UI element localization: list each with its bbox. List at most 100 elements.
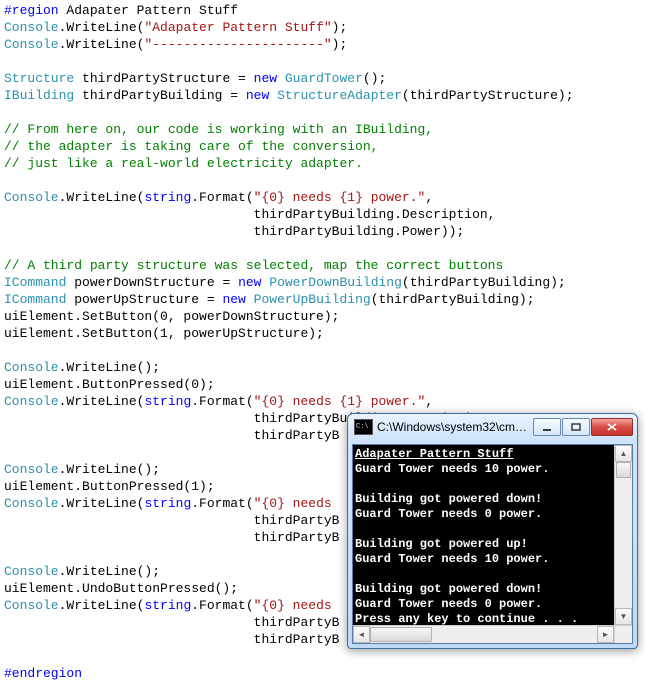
scroll-track[interactable] [370, 626, 597, 643]
code-token: Console [4, 20, 59, 35]
scroll-down-icon[interactable]: ▼ [615, 608, 632, 625]
code-token: (); [363, 71, 386, 86]
console-window[interactable]: C:\ C:\Windows\system32\cmd.... Adapater… [347, 413, 638, 649]
code-token: string [144, 496, 191, 511]
console-output[interactable]: Adapater Pattern Stuff Guard Tower needs… [353, 445, 614, 625]
code-token: thirdPartyB [4, 428, 339, 443]
titlebar[interactable]: C:\ C:\Windows\system32\cmd.... [348, 414, 637, 440]
code-token: new [254, 71, 277, 86]
code-token: Console [4, 37, 59, 52]
code-token: thirdPartyBuilding = [74, 88, 246, 103]
endregion-keyword: #endregion [4, 666, 82, 681]
code-token: ); [332, 20, 348, 35]
scroll-track[interactable] [615, 462, 632, 608]
code-token: thirdPartyB [4, 632, 339, 647]
code-token: "Adapater Pattern Stuff" [144, 20, 331, 35]
code-token [246, 292, 254, 307]
code-token: "{0} needs {1} power." [254, 394, 426, 409]
code-token: (thirdPartyStructure); [402, 88, 574, 103]
code-token: ICommand [4, 292, 66, 307]
close-button[interactable] [591, 418, 633, 436]
code-token: (thirdPartyBuilding); [371, 292, 535, 307]
console-line: Guard Tower needs 0 power. [355, 597, 542, 611]
code-token: ICommand [4, 275, 66, 290]
console-line: Building got powered up! [355, 537, 528, 551]
code-token: Console [4, 360, 59, 375]
code-token: thirdPartyB [4, 615, 339, 630]
code-token: .Format( [191, 598, 253, 613]
code-token: .Format( [191, 394, 253, 409]
code-token: .WriteLine( [59, 496, 145, 511]
code-comment: // just like a real-world electricity ad… [4, 156, 363, 171]
console-line: Guard Tower needs 0 power. [355, 507, 542, 521]
scroll-thumb[interactable] [616, 462, 631, 478]
code-token: (thirdPartyBuilding); [402, 275, 566, 290]
console-line: Guard Tower needs 10 power. [355, 462, 549, 476]
code-token: string [144, 394, 191, 409]
code-token: Structure [4, 71, 74, 86]
code-token: uiElement.ButtonPressed(1); [4, 479, 215, 494]
scroll-corner [614, 626, 632, 643]
maximize-button[interactable] [562, 418, 590, 436]
minimize-button[interactable] [533, 418, 561, 436]
code-token: "{0} needs [254, 598, 340, 613]
console-body: Adapater Pattern Stuff Guard Tower needs… [353, 445, 632, 625]
horizontal-scrollbar[interactable]: ◄ ► [353, 625, 632, 643]
code-token: string [144, 190, 191, 205]
code-token: Console [4, 598, 59, 613]
scroll-up-icon[interactable]: ▲ [615, 445, 632, 462]
code-comment: // A third party structure was selected,… [4, 258, 503, 273]
code-token: .WriteLine(); [59, 462, 160, 477]
code-token: .WriteLine( [59, 394, 145, 409]
window-title: C:\Windows\system32\cmd.... [377, 419, 533, 436]
code-token: Console [4, 190, 59, 205]
code-token: thirdPartyB [4, 530, 339, 545]
code-token: string [144, 598, 191, 613]
code-token: powerDownStructure = [66, 275, 238, 290]
code-token: .WriteLine( [59, 37, 145, 52]
code-token: "----------------------" [144, 37, 331, 52]
scroll-thumb[interactable] [370, 627, 432, 642]
code-token: Console [4, 462, 59, 477]
code-token: new [222, 292, 245, 307]
code-token [269, 88, 277, 103]
code-token: uiElement.SetButton(1, powerUpStructure)… [4, 326, 324, 341]
code-token: , [425, 190, 433, 205]
code-token: "{0} needs [254, 496, 340, 511]
cmd-icon-text: C:\ [356, 419, 369, 436]
cmd-icon: C:\ [354, 419, 373, 435]
scroll-left-icon[interactable]: ◄ [353, 626, 370, 643]
region-keyword: #region [4, 3, 59, 18]
code-token: thirdPartyBuilding.Power)); [4, 224, 464, 239]
code-token: Console [4, 564, 59, 579]
code-token: IBuilding [4, 88, 74, 103]
code-token: uiElement.UndoButtonPressed(); [4, 581, 238, 596]
code-token: thirdPartyStructure = [74, 71, 253, 86]
code-token: .WriteLine(); [59, 360, 160, 375]
code-token: GuardTower [285, 71, 363, 86]
code-token: powerUpStructure = [66, 292, 222, 307]
window-controls [533, 418, 633, 436]
code-token: .WriteLine( [59, 598, 145, 613]
code-token: thirdPartyBuilding.Description, [4, 207, 495, 222]
code-token: .WriteLine( [59, 20, 145, 35]
console-line: Guard Tower needs 10 power. [355, 552, 549, 566]
scroll-right-icon[interactable]: ► [597, 626, 614, 643]
code-token: Console [4, 394, 59, 409]
code-token: StructureAdapter [277, 88, 402, 103]
console-frame: Adapater Pattern Stuff Guard Tower needs… [348, 440, 637, 648]
code-token: uiElement.ButtonPressed(0); [4, 377, 215, 392]
console-line: Building got powered down! [355, 492, 542, 506]
code-token [277, 71, 285, 86]
code-token: "{0} needs {1} power." [254, 190, 426, 205]
code-comment: // From here on, our code is working wit… [4, 122, 433, 137]
code-token: .WriteLine( [59, 190, 145, 205]
code-token: .Format( [191, 190, 253, 205]
vertical-scrollbar[interactable]: ▲ ▼ [614, 445, 632, 625]
code-token: uiElement.SetButton(0, powerDownStructur… [4, 309, 339, 324]
code-token: .WriteLine(); [59, 564, 160, 579]
code-token: new [238, 275, 261, 290]
console-client: Adapater Pattern Stuff Guard Tower needs… [352, 444, 633, 644]
region-title: Adapater Pattern Stuff [59, 3, 238, 18]
code-token: , [425, 394, 433, 409]
